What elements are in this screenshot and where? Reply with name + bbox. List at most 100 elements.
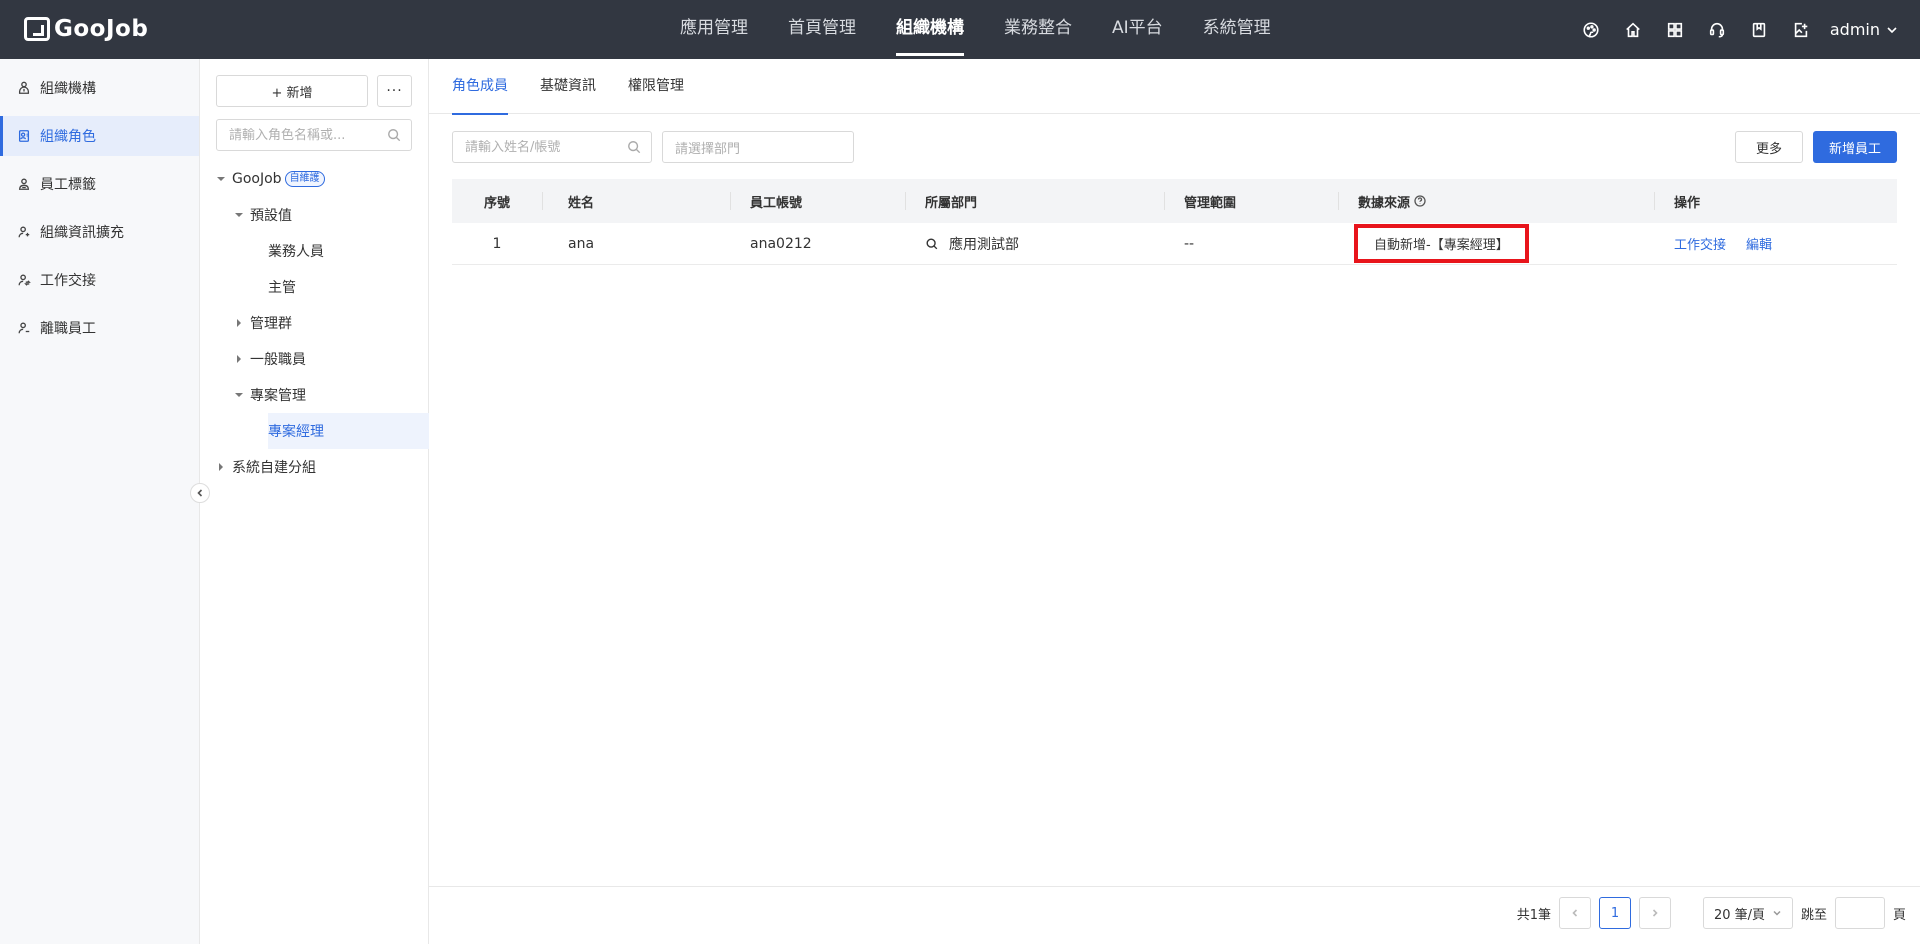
page-size-label: 20 筆/頁	[1713, 907, 1766, 923]
home-icon[interactable]	[1612, 0, 1654, 59]
edit-link[interactable]: 編輯	[1746, 234, 1772, 253]
user-extend-icon	[16, 224, 32, 240]
main-nav: 應用管理 首頁管理 組織機構 業務整合 AI平台 系統管理	[660, 0, 1291, 59]
sidebar-item-label: 組織機構	[40, 81, 96, 97]
tab-role-members[interactable]: 角色成員	[452, 59, 508, 115]
tree-node-general-staff[interactable]: 一般職員	[200, 341, 429, 377]
members-table: 序號 姓名 員工帳號 所屬部門 管理範圍 數據來源 操作 1 ana ana02…	[452, 179, 1897, 265]
page-number[interactable]: 1	[1598, 897, 1631, 929]
tab-bar: 角色成員 基礎資訊 權限管理	[429, 59, 1920, 115]
palette-icon[interactable]	[1570, 0, 1612, 59]
sidebar-item-org-extension[interactable]: 組織資訊擴充	[0, 212, 199, 252]
jump-page-input[interactable]	[1834, 897, 1885, 929]
col-index: 序號	[483, 195, 510, 211]
caret-down-icon[interactable]	[232, 208, 246, 222]
nav-home-management[interactable]: 首頁管理	[768, 0, 876, 59]
total-count: 共1筆	[1516, 907, 1551, 923]
tree-node-label: 預設值	[250, 208, 292, 224]
caret-right-icon[interactable]	[214, 460, 228, 474]
caret-right-icon[interactable]	[232, 352, 246, 366]
table-header: 序號 姓名 員工帳號 所屬部門 管理範圍 數據來源 操作	[452, 179, 1897, 223]
more-options-button[interactable]: ···	[377, 75, 412, 107]
sidebar-item-employee-tags[interactable]: 員工標籤	[0, 164, 199, 204]
cell-actions: 工作交接 編輯	[1654, 223, 1897, 264]
name-search-input[interactable]	[465, 139, 627, 155]
role-tree: GooJob 自維護 預設值 業務人員 主管 管理群 一般職員 專案管理 專案經…	[200, 161, 429, 485]
search-icon[interactable]	[925, 237, 939, 251]
search-icon[interactable]	[627, 140, 641, 154]
self-maintained-badge: 自維護	[284, 171, 325, 187]
tree-node-label: 主管	[268, 280, 296, 296]
sidebar-item-label: 離職員工	[40, 321, 96, 337]
nav-system-management[interactable]: 系統管理	[1183, 0, 1291, 59]
tree-node-project-manager[interactable]: 專案經理	[268, 413, 429, 449]
action-buttons: 更多 新增員工	[1734, 131, 1897, 163]
caret-down-icon[interactable]	[232, 388, 246, 402]
sidebar-item-org-role[interactable]: 組織角色	[0, 116, 199, 156]
handover-icon	[16, 272, 32, 288]
tree-node-supervisor[interactable]: 主管	[200, 269, 429, 305]
tree-node-project-management[interactable]: 專案管理	[200, 377, 429, 413]
next-page-button[interactable]	[1638, 897, 1671, 929]
user-menu[interactable]: admin	[1830, 20, 1898, 39]
nav-app-management[interactable]: 應用管理	[660, 0, 768, 59]
pagination-bar: 共1筆 1 20 筆/頁 跳至 頁	[429, 886, 1920, 944]
logo-text: GooJob	[54, 16, 149, 42]
cell-scope: --	[1184, 235, 1195, 252]
sidebar-item-resigned[interactable]: 離職員工	[0, 308, 199, 348]
nav-ai-platform[interactable]: AI平台	[1092, 0, 1183, 59]
add-employee-button[interactable]: 新增員工	[1812, 131, 1897, 163]
jump-label: 跳至	[1800, 907, 1827, 923]
caret-down-icon[interactable]	[214, 172, 228, 186]
apps-grid-icon[interactable]	[1654, 0, 1696, 59]
top-toolbar: admin	[1570, 0, 1898, 59]
search-icon[interactable]	[387, 128, 401, 142]
page-size-select[interactable]: 20 筆/頁	[1702, 897, 1793, 929]
department-select[interactable]: 請選擇部門	[662, 131, 854, 163]
col-actions: 操作	[1654, 179, 1897, 223]
support-headset-icon[interactable]	[1696, 0, 1738, 59]
tree-node-admin-group[interactable]: 管理群	[200, 305, 429, 341]
caret-right-icon[interactable]	[232, 316, 246, 330]
tree-node-label: 專案管理	[250, 388, 306, 404]
col-name: 姓名	[542, 179, 730, 223]
help-icon[interactable]	[1414, 195, 1426, 207]
main-content: 角色成員 基礎資訊 權限管理 請選擇部門 更多 新增員工 序號 姓名 員工帳號 …	[429, 59, 1920, 944]
sidebar-item-label: 組織資訊擴充	[40, 225, 124, 241]
role-search-input[interactable]	[229, 127, 387, 143]
sidebar-item-handover[interactable]: 工作交接	[0, 260, 199, 300]
source-highlight: 自動新增-【專案經理】	[1354, 224, 1529, 263]
tree-node-label: 管理群	[250, 316, 292, 332]
tab-permissions[interactable]: 權限管理	[628, 59, 684, 114]
tree-node-system-group[interactable]: 系統自建分組	[200, 449, 429, 485]
role-tree-panel: + 新增 ··· GooJob 自維護 預設值 業務人員 主管 管理群 一般職員	[200, 59, 429, 944]
app-logo[interactable]: GooJob	[24, 14, 148, 44]
table-row: 1 ana ana0212 應用測試部 -- 自動新增-【專案經理】 工作交接 …	[452, 223, 1897, 265]
tree-node-label: 專案經理	[268, 424, 324, 440]
tree-node-root[interactable]: GooJob 自維護	[200, 161, 429, 197]
book-icon[interactable]	[1738, 0, 1780, 59]
chevron-left-icon	[1572, 909, 1578, 917]
image-edit-icon[interactable]	[1780, 0, 1822, 59]
more-button[interactable]: 更多	[1734, 131, 1803, 163]
tree-node-business-staff[interactable]: 業務人員	[200, 233, 429, 269]
handover-link[interactable]: 工作交接	[1674, 234, 1726, 253]
chevron-down-icon	[1887, 26, 1897, 33]
add-role-button[interactable]: + 新增	[216, 75, 368, 107]
cell-department: 應用測試部	[905, 223, 1164, 264]
role-icon	[16, 128, 32, 144]
prev-page-button[interactable]	[1558, 897, 1591, 929]
nav-business-integration[interactable]: 業務整合	[984, 0, 1092, 59]
sidebar-item-label: 組織角色	[40, 129, 96, 145]
top-bar: GooJob 應用管理 首頁管理 組織機構 業務整合 AI平台 系統管理 adm…	[0, 0, 1920, 59]
sidebar-item-label: 工作交接	[40, 273, 96, 289]
nav-organization[interactable]: 組織機構	[876, 0, 984, 59]
page-suffix: 頁	[1892, 907, 1906, 923]
org-icon	[16, 80, 32, 96]
cell-name: ana	[568, 235, 595, 252]
collapse-sidebar-button[interactable]	[190, 483, 210, 503]
sidebar-item-organization[interactable]: 組織機構	[0, 68, 199, 108]
tree-node-preset[interactable]: 預設值	[200, 197, 429, 233]
tab-basic-info[interactable]: 基礎資訊	[540, 59, 596, 114]
resigned-icon	[16, 320, 32, 336]
